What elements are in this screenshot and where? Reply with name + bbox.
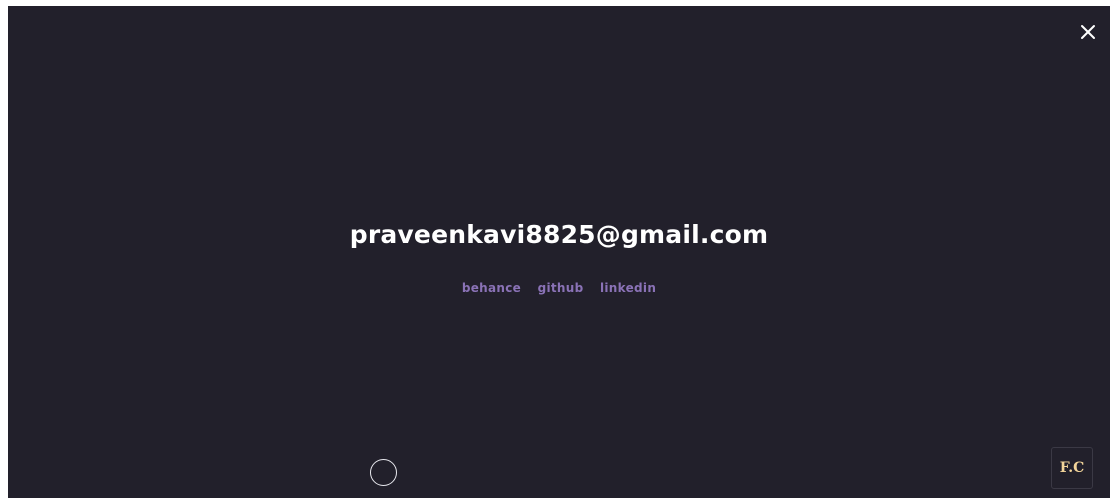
linkedin-link[interactable]: linkedin <box>600 281 656 295</box>
logo-text: F.C <box>1059 460 1085 476</box>
github-link[interactable]: github <box>538 281 584 295</box>
logo-badge[interactable]: F.C <box>1051 447 1093 489</box>
social-links: behance github linkedin <box>8 281 1110 295</box>
email-link[interactable]: praveenkavi8825@gmail.com <box>8 220 1110 249</box>
close-button[interactable] <box>1078 22 1098 42</box>
behance-link[interactable]: behance <box>462 281 521 295</box>
close-icon <box>1081 25 1095 39</box>
cursor-ring <box>370 459 397 486</box>
contact-overlay: praveenkavi8825@gmail.com behance github… <box>8 6 1110 498</box>
